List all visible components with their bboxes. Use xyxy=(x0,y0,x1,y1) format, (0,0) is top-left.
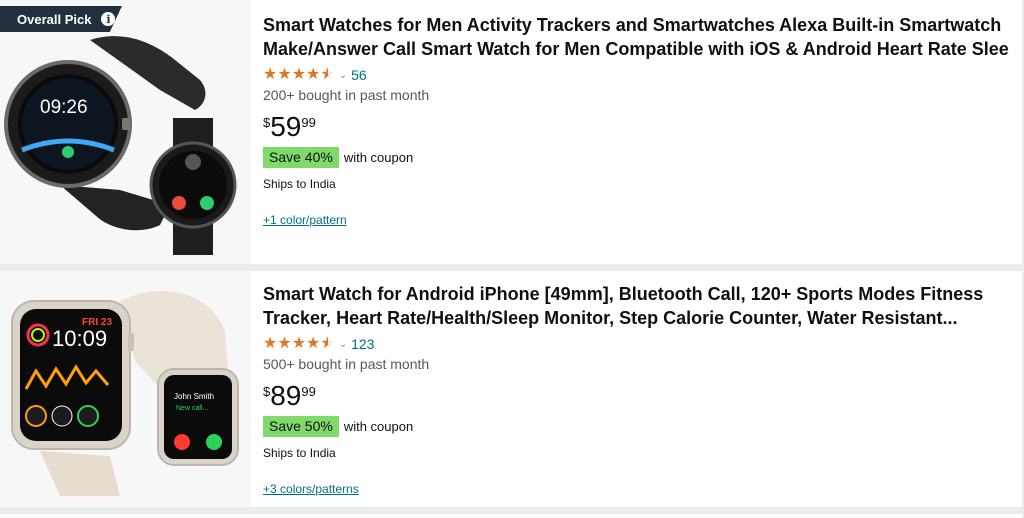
next-card-edge xyxy=(0,514,1022,518)
rating-row: ★★★★★ ⌄ 56 xyxy=(263,65,1010,85)
product-title-line-1: Smart Watches for Men Activity Trackers … xyxy=(263,15,1002,35)
price-fraction: 99 xyxy=(301,384,316,399)
chevron-down-icon[interactable]: ⌄ xyxy=(339,339,347,350)
product-title-line-2: Make/Answer Call Smart Watch for Men Com… xyxy=(263,39,1010,59)
product-card[interactable]: FRI 23 10:09 John Smith New call... Smar… xyxy=(0,271,1022,507)
product-title-line-2: Tracker, Heart Rate/Health/Sleep Monitor… xyxy=(263,308,958,328)
coupon-text: with coupon xyxy=(343,419,414,434)
call-status: New call... xyxy=(176,405,208,412)
coupon-row: Save 50% with coupon xyxy=(263,416,1010,437)
rating-row: ★★★★★ ⌄ 123 xyxy=(263,334,1010,354)
review-count-link[interactable]: 123 xyxy=(351,336,374,352)
coupon-row: Save 40% with coupon xyxy=(263,147,1010,168)
save-badge: Save 50% xyxy=(263,416,339,437)
watch-time: 10:09 xyxy=(52,326,107,351)
overall-pick-badge: Overall Pick i xyxy=(0,6,122,32)
caller-name: John Smith xyxy=(174,392,214,401)
price-fraction: 99 xyxy=(301,115,316,130)
chevron-down-icon[interactable]: ⌄ xyxy=(339,70,347,81)
product-card[interactable]: 09:26 Overall Pick i Smart Watches for M… xyxy=(0,0,1022,264)
price-whole: 59 xyxy=(270,111,302,142)
star-rating-icon[interactable]: ★ ★ ★ ★ ★ xyxy=(263,67,335,84)
bought-in-past-month: 500+ bought in past month xyxy=(263,356,430,372)
info-icon[interactable]: i xyxy=(101,12,116,26)
price[interactable]: $ 59 99 xyxy=(263,113,1010,143)
save-badge: Save 40% xyxy=(263,147,339,168)
color-pattern-link[interactable]: +3 colors/patterns xyxy=(263,482,1010,496)
watch-time: 09:26 xyxy=(40,97,88,118)
price[interactable]: $ 89 99 xyxy=(263,382,1010,412)
ships-to: Ships to India xyxy=(263,177,336,191)
badge-label: Overall Pick xyxy=(17,11,92,27)
coupon-text: with coupon xyxy=(343,150,414,165)
product-image[interactable]: FRI 23 10:09 John Smith New call... xyxy=(0,271,251,507)
star-rating-icon[interactable]: ★ ★ ★ ★ ★ xyxy=(263,336,335,353)
price-symbol: $ xyxy=(263,384,271,399)
product-title[interactable]: Smart Watches for Men Activity Trackers … xyxy=(263,13,1010,61)
product-title-line-1: Smart Watch for Android iPhone [49mm], B… xyxy=(263,284,984,304)
review-count-link[interactable]: 56 xyxy=(351,67,367,83)
product-title[interactable]: Smart Watch for Android iPhone [49mm], B… xyxy=(263,282,1010,330)
ships-to: Ships to India xyxy=(263,446,336,460)
price-symbol: $ xyxy=(263,115,271,130)
color-pattern-link[interactable]: +1 color/pattern xyxy=(263,213,1010,227)
bought-in-past-month: 200+ bought in past month xyxy=(263,87,430,103)
price-whole: 89 xyxy=(270,380,302,411)
product-image[interactable]: 09:26 Overall Pick i xyxy=(0,0,251,264)
